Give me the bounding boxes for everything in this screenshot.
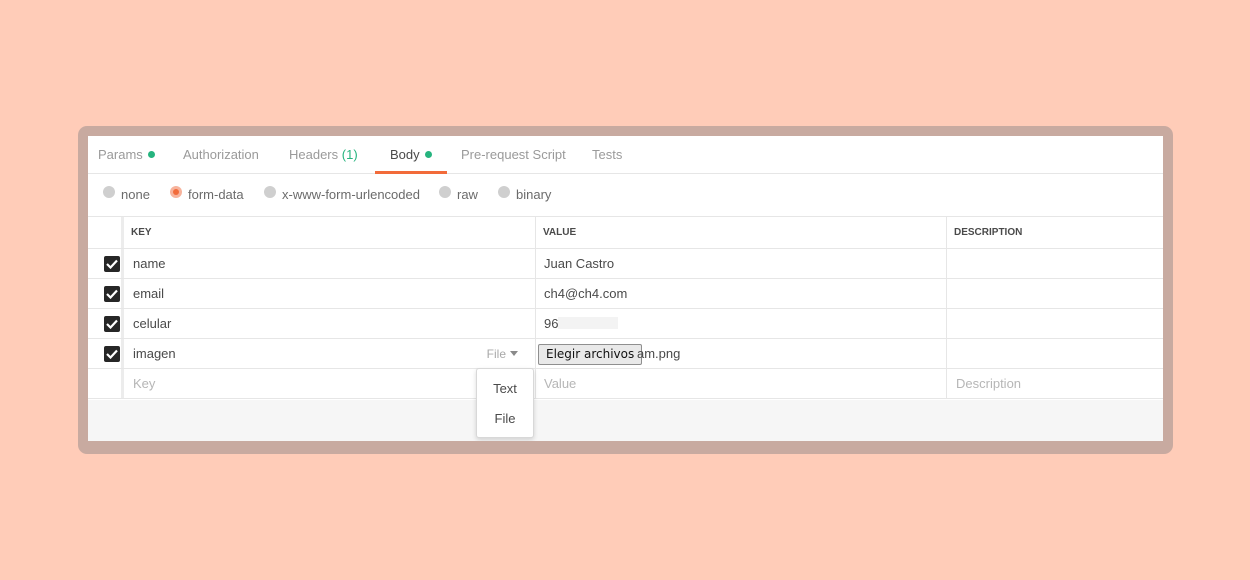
value-input[interactable]: Juan Castro [536, 249, 947, 278]
row-check-cell [88, 249, 124, 278]
tab-headers[interactable]: Headers (1) [289, 136, 358, 173]
headers-count: (1) [341, 147, 358, 162]
check-icon [106, 289, 118, 299]
body-status-dot [424, 151, 432, 158]
type-selector[interactable]: File [487, 339, 518, 369]
body-type-raw-label: raw [457, 187, 478, 202]
body-type-raw[interactable]: raw [439, 174, 478, 216]
header-value: VALUE [536, 217, 947, 248]
row-checkbox[interactable] [104, 286, 120, 302]
description-input[interactable] [947, 309, 1163, 338]
tab-params-label: Params [98, 147, 143, 162]
table-row: email ch4@ch4.com [88, 279, 1163, 309]
type-dropdown-menu: Text File [476, 368, 534, 438]
tab-body[interactable]: Body [375, 136, 447, 174]
table-header-row: KEY VALUE DESCRIPTION [88, 217, 1163, 249]
tab-tests[interactable]: Tests [592, 136, 622, 173]
body-type-form-data[interactable]: form-data [170, 174, 244, 216]
key-input[interactable]: name [124, 249, 536, 278]
table-row: imagen File Elegir archivos am.png [88, 339, 1163, 369]
new-description-input[interactable]: Description [947, 369, 1163, 398]
caret-down-icon [510, 351, 518, 356]
description-input[interactable] [947, 249, 1163, 278]
key-input[interactable]: celular [124, 309, 536, 338]
redacted-blur [558, 317, 619, 329]
request-body-panel: Params Authorization Headers (1) Body Pr… [88, 136, 1163, 441]
tab-pre-request-script-label: Pre-request Script [461, 147, 566, 162]
tab-authorization[interactable]: Authorization [183, 136, 259, 173]
row-check-cell [88, 339, 124, 368]
header-description: DESCRIPTION [954, 227, 1023, 238]
type-selector-label: File [486, 347, 506, 361]
description-input[interactable] [947, 339, 1163, 368]
screenshot-frame: Params Authorization Headers (1) Body Pr… [78, 126, 1173, 454]
row-check-cell [88, 369, 124, 398]
check-icon [106, 259, 118, 269]
tab-authorization-label: Authorization [183, 147, 259, 162]
tab-tests-label: Tests [592, 147, 623, 162]
key-input[interactable]: imagen File [124, 339, 536, 368]
value-text: 96 [544, 316, 559, 331]
body-type-form-data-label: form-data [188, 187, 244, 202]
choose-files-button[interactable]: Elegir archivos [538, 344, 643, 365]
new-row: Key Value Description [88, 369, 1163, 399]
new-value-input[interactable]: Value [536, 369, 947, 398]
tab-headers-label: Headers [289, 147, 339, 162]
body-type-binary[interactable]: binary [498, 174, 551, 216]
tab-params[interactable]: Params [98, 136, 155, 173]
header-key: KEY [124, 217, 536, 248]
tab-body-label: Body [390, 147, 420, 162]
key-input[interactable]: email [124, 279, 536, 308]
menu-item-text[interactable]: Text [477, 374, 533, 404]
value-input[interactable]: 96 [536, 309, 947, 338]
description-input[interactable] [947, 279, 1163, 308]
body-type-x-www-form-urlencoded[interactable]: x-www-form-urlencoded [264, 174, 420, 216]
radio-raw[interactable] [439, 186, 451, 198]
radio-form-data[interactable] [170, 186, 182, 198]
table-row: name Juan Castro [88, 249, 1163, 279]
radio-x-www-form-urlencoded[interactable] [264, 186, 276, 198]
header-check-cell [88, 217, 124, 248]
body-type-x-www-form-urlencoded-label: x-www-form-urlencoded [282, 187, 420, 202]
menu-item-file[interactable]: File [477, 404, 533, 434]
row-checkbox[interactable] [104, 256, 120, 272]
selected-file-name: am.png [637, 346, 681, 361]
row-checkbox[interactable] [104, 346, 120, 362]
request-tabs: Params Authorization Headers (1) Body Pr… [88, 136, 1163, 174]
body-type-selector: none form-data x-www-form-urlencoded raw… [88, 174, 1163, 217]
row-checkbox[interactable] [104, 316, 120, 332]
table-row: celular 96 [88, 309, 1163, 339]
value-input[interactable]: ch4@ch4.com [536, 279, 947, 308]
new-key-input[interactable]: Key [124, 369, 536, 398]
params-status-dot [147, 151, 155, 158]
check-icon [106, 319, 118, 329]
radio-binary[interactable] [498, 186, 510, 198]
file-value-cell: Elegir archivos am.png [536, 339, 947, 368]
row-check-cell [88, 309, 124, 338]
row-check-cell [88, 279, 124, 308]
body-type-none[interactable]: none [103, 174, 150, 216]
body-type-binary-label: binary [516, 187, 552, 202]
tab-pre-request-script[interactable]: Pre-request Script [461, 136, 566, 173]
body-type-none-label: none [121, 187, 150, 202]
panel-footer [88, 400, 1163, 441]
check-icon [106, 349, 118, 359]
radio-none[interactable] [103, 186, 115, 198]
key-text: imagen [133, 346, 176, 361]
